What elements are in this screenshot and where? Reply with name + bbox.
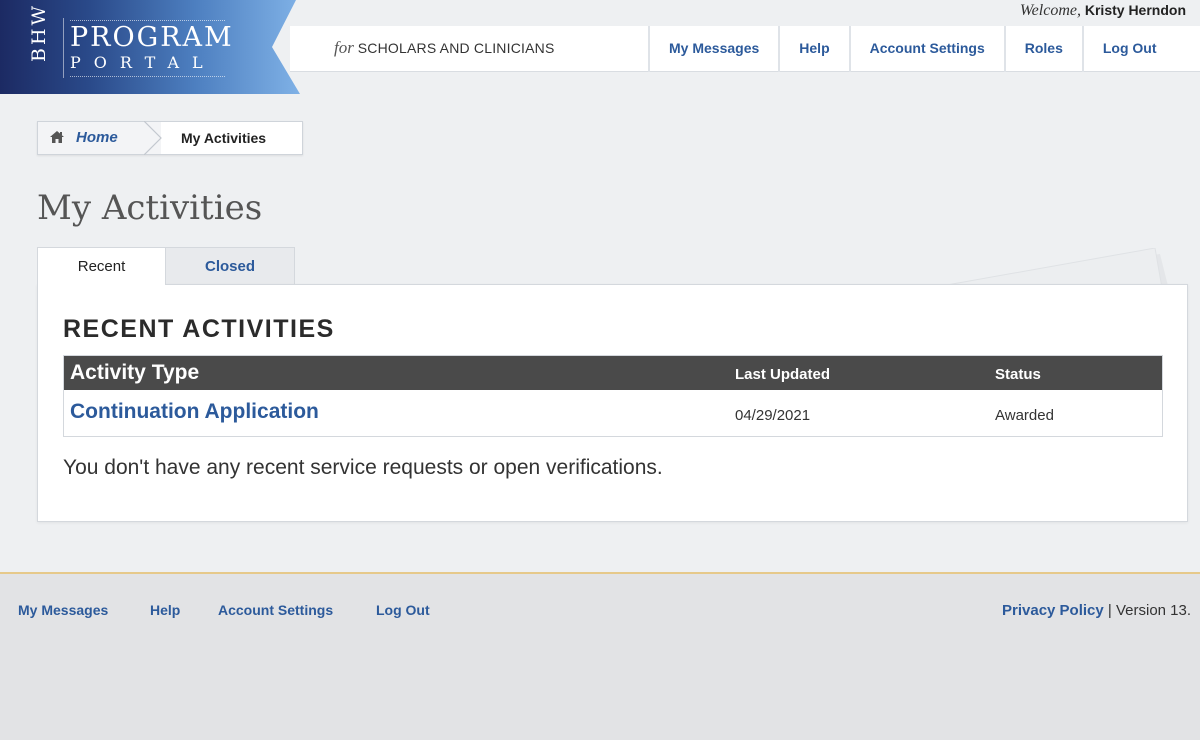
paper-stack-decoration	[930, 248, 1168, 288]
last-updated-cell: 04/29/2021	[735, 407, 811, 424]
tagline-for: for	[334, 38, 354, 57]
logo-portal-text: PORTAL	[70, 53, 216, 72]
welcome-message: Welcome, Kristy Herndon	[1020, 2, 1186, 20]
nav-roles[interactable]: Roles	[1003, 26, 1082, 72]
program-portal-logo[interactable]: BHW PROGRAM PORTAL	[0, 0, 300, 94]
column-header-status: Status	[995, 366, 1041, 383]
breadcrumb-home[interactable]: Home	[38, 122, 161, 154]
welcome-label: Welcome,	[1019, 2, 1081, 19]
tab-closed[interactable]: Closed	[165, 247, 295, 285]
site-header: BHW PROGRAM PORTAL Welcome, Kristy Hernd…	[0, 0, 1200, 94]
activity-link[interactable]: Continuation Application	[70, 400, 319, 424]
nav-help[interactable]: Help	[778, 26, 848, 72]
column-header-last-updated: Last Updated	[735, 366, 831, 383]
page-title: My Activities	[37, 188, 263, 228]
footer-link-my-messages[interactable]: My Messages	[18, 602, 108, 618]
nav-my-messages[interactable]: My Messages	[648, 26, 778, 72]
home-icon	[49, 130, 65, 149]
breadcrumb-separator-icon	[143, 120, 164, 160]
footer-link-help[interactable]: Help	[150, 602, 180, 618]
breadcrumb-current: My Activities	[181, 130, 267, 146]
logo-bhw-text: BHW	[28, 2, 50, 62]
site-tagline: for SCHOLARS AND CLINICIANS	[334, 38, 555, 58]
recent-activities-panel: RECENT ACTIVITIES Activity Type Last Upd…	[37, 284, 1188, 522]
privacy-policy-link[interactable]: Privacy Policy	[1002, 602, 1104, 619]
user-name: Kristy Herndon	[1084, 2, 1186, 18]
empty-state-message: You don't have any recent service reques…	[63, 456, 663, 479]
nav-log-out[interactable]: Log Out	[1081, 26, 1176, 72]
site-footer: My Messages Help Account Settings Log Ou…	[0, 572, 1200, 740]
breadcrumb: Home My Activities	[37, 120, 303, 156]
footer-meta: Privacy Policy | Version 13.	[1002, 602, 1191, 619]
section-heading: RECENT ACTIVITIES	[63, 315, 335, 343]
column-header-activity-type: Activity Type	[70, 361, 200, 384]
logo-rule-bottom	[70, 76, 225, 77]
footer-separator: |	[1107, 602, 1112, 619]
activities-table: Activity Type Last Updated Status Contin…	[63, 355, 1163, 437]
table-header: Activity Type Last Updated Status	[64, 356, 1162, 390]
tab-recent[interactable]: Recent	[37, 247, 166, 285]
version-label: Version 13.	[1115, 602, 1192, 619]
top-nav: My Messages Help Account Settings Roles …	[648, 26, 1176, 72]
status-cell: Awarded	[995, 407, 1054, 424]
footer-link-account-settings[interactable]: Account Settings	[218, 602, 333, 618]
nav-account-settings[interactable]: Account Settings	[848, 26, 1004, 72]
tagline-audience: SCHOLARS AND CLINICIANS	[357, 40, 555, 56]
top-bar: for SCHOLARS AND CLINICIANS My Messages …	[290, 26, 1200, 72]
logo-program-text: PROGRAM	[70, 22, 234, 53]
breadcrumb-home-label: Home	[76, 129, 118, 146]
footer-link-log-out[interactable]: Log Out	[376, 602, 430, 618]
logo-rule-top	[70, 20, 225, 21]
